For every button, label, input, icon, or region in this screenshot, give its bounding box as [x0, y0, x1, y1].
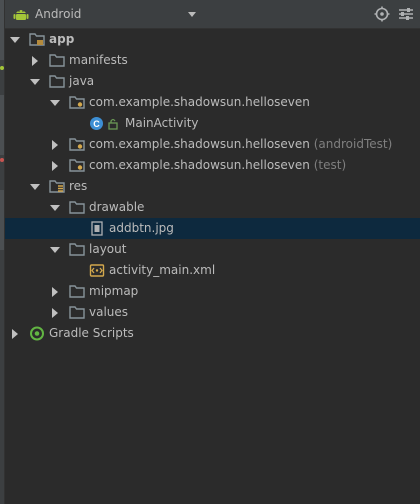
tree-label-package-main: com.example.shadowsun.helloseven [89, 95, 310, 109]
collapse-arrow-icon[interactable] [50, 161, 60, 171]
collapse-arrow-icon[interactable] [10, 329, 20, 339]
settings-sliders-icon[interactable] [398, 6, 414, 22]
tree-row-res[interactable]: res [5, 176, 420, 197]
tree-row-layout[interactable]: layout [5, 239, 420, 260]
folder-icon [49, 54, 65, 67]
tree-label-layout: layout [89, 242, 127, 256]
android-icon [13, 10, 29, 20]
collapse-arrow-icon[interactable] [30, 56, 40, 66]
expand-arrow-icon[interactable] [50, 203, 60, 213]
tree-label-activity-main: activity_main.xml [109, 263, 216, 277]
class-icon: C [90, 117, 103, 130]
tree-row-main-activity[interactable]: C MainActivity [5, 113, 420, 134]
tree-row-addbtn[interactable]: addbtn.jpg [5, 218, 420, 239]
project-tool-tab[interactable] [0, 0, 4, 60]
error-status-dot [0, 158, 4, 162]
captures-tool-tab[interactable] [0, 190, 4, 250]
expand-arrow-icon[interactable] [30, 77, 40, 87]
expand-arrow-icon[interactable] [50, 98, 60, 108]
tree-row-values[interactable]: values [5, 302, 420, 323]
tree-row-gradle-scripts[interactable]: Gradle Scripts [5, 323, 420, 344]
tree-label-main-activity: MainActivity [125, 116, 199, 130]
folder-icon [69, 285, 85, 298]
expand-arrow-icon[interactable] [30, 182, 40, 192]
tree-row-package-test[interactable]: com.example.shadowsun.helloseven (test) [5, 155, 420, 176]
xml-layout-file-icon [89, 264, 105, 277]
expand-arrow-icon[interactable] [50, 245, 60, 255]
project-toolbar: Android [5, 0, 420, 29]
tree-label-package-test: com.example.shadowsun.helloseven (test) [89, 158, 347, 172]
tree-label-drawable: drawable [89, 200, 145, 214]
package-folder-icon [69, 96, 85, 109]
tree-label-app: app [49, 32, 75, 46]
view-mode-dropdown[interactable]: Android [13, 4, 201, 24]
collapse-arrow-icon[interactable] [50, 140, 60, 150]
lock-icon [108, 118, 118, 130]
folder-icon [69, 306, 85, 319]
tree-row-java[interactable]: java [5, 71, 420, 92]
collapse-arrow-icon[interactable] [50, 308, 60, 318]
tree-label-gradle-scripts: Gradle Scripts [49, 326, 134, 340]
package-folder-icon [69, 138, 85, 151]
view-mode-label: Android [35, 7, 82, 21]
tree-label-values: values [89, 305, 129, 319]
tree-row-mipmap[interactable]: mipmap [5, 281, 420, 302]
tree-label-mipmap: mipmap [89, 284, 139, 298]
package-folder-icon [69, 159, 85, 172]
expand-arrow-icon[interactable] [10, 35, 20, 45]
folder-icon [69, 201, 85, 214]
tree-suffix-android-test: (androidTest) [313, 137, 393, 151]
tree-row-package-main[interactable]: com.example.shadowsun.helloseven [5, 92, 420, 113]
svg-text:C: C [93, 119, 100, 129]
gradle-icon [30, 326, 44, 341]
chevron-down-icon [188, 12, 196, 17]
tree-label-res: res [69, 179, 88, 193]
tree-label-manifests: manifests [69, 53, 128, 67]
collapse-arrow-icon[interactable] [50, 287, 60, 297]
resources-folder-icon [49, 180, 65, 193]
tree-label-java: java [69, 74, 95, 88]
tree-label-addbtn: addbtn.jpg [109, 221, 174, 235]
tree-row-drawable[interactable]: drawable [5, 197, 420, 218]
tree-row-activity-main[interactable]: activity_main.xml [5, 260, 420, 281]
android-status-dot [0, 66, 4, 70]
folder-icon [69, 243, 85, 256]
image-file-icon [91, 221, 103, 236]
module-folder-icon [29, 33, 45, 46]
structure-tool-tab[interactable] [0, 95, 4, 155]
tree-row-manifests[interactable]: manifests [5, 50, 420, 71]
folder-icon [49, 75, 65, 88]
tree-label-package-android-test: com.example.shadowsun.helloseven (androi… [89, 137, 393, 151]
target-icon[interactable] [374, 6, 390, 22]
tree-suffix-test: (test) [313, 158, 347, 172]
tree-row-app[interactable]: app [5, 29, 420, 50]
tree-row-package-android-test[interactable]: com.example.shadowsun.helloseven (androi… [5, 134, 420, 155]
